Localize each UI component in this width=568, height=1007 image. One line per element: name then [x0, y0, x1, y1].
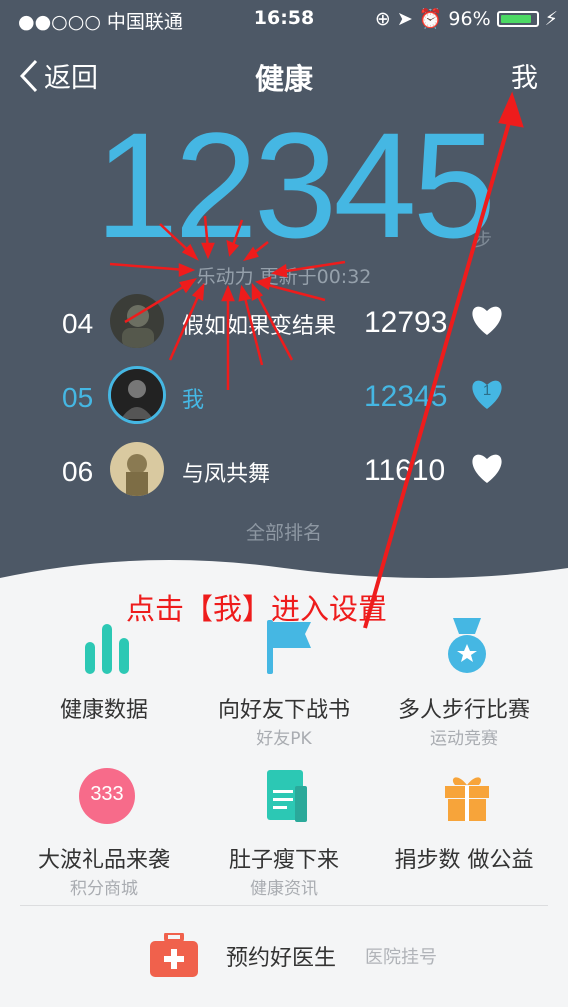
- feature-subtitle: 积分商城: [70, 879, 138, 899]
- gift-icon: [445, 777, 489, 821]
- rank-name: 我: [182, 388, 205, 413]
- rank-number: 05: [62, 382, 94, 413]
- feature-subtitle: 好友PK: [256, 729, 312, 749]
- medal-icon: [448, 618, 486, 673]
- rank-score: 12345: [364, 380, 448, 413]
- flag-icon: [267, 620, 311, 674]
- like-count: 1: [482, 382, 492, 399]
- book-doctor-row[interactable]: 预约好医生 医院挂号: [0, 906, 568, 1007]
- rank-score: 11610: [364, 454, 446, 487]
- rank-row-self[interactable]: 05 我 12345 1: [0, 362, 568, 432]
- battery-icon: [496, 10, 539, 27]
- feature-health-data[interactable]: 健康数据: [9, 612, 199, 762]
- rank-row[interactable]: 06 与凤共舞 11610: [0, 436, 568, 506]
- rank-number: 06: [62, 456, 94, 487]
- feature-title: 大波礼品来袭: [37, 848, 170, 873]
- heart-icon-liked[interactable]: 1: [468, 376, 506, 412]
- feature-title: 肚子瘦下来: [228, 848, 339, 873]
- avatar: [110, 294, 164, 348]
- feature-subtitle: 运动竞赛: [430, 729, 498, 749]
- feature-title: 健康数据: [59, 698, 148, 723]
- feature-health-news[interactable]: 肚子瘦下来 健康资讯: [189, 762, 379, 912]
- bar-chart-icon: [85, 624, 129, 674]
- rank-score: 12793: [364, 306, 448, 339]
- heart-icon[interactable]: [468, 450, 506, 486]
- rank-number: 04: [62, 308, 94, 339]
- points-icon: 333: [79, 768, 135, 824]
- points-icon-text: 333: [90, 783, 124, 805]
- charging-icon: ⚡: [544, 7, 558, 30]
- feature-title: 多人步行比赛: [397, 698, 530, 723]
- feature-title: 捐步数 做公益: [394, 848, 534, 873]
- location-icon: ➤: [396, 7, 413, 30]
- heart-icon[interactable]: [468, 302, 506, 338]
- feature-subtitle: 健康资讯: [250, 879, 318, 899]
- feature-pk[interactable]: 向好友下战书 好友PK: [189, 612, 379, 762]
- all-ranking-link[interactable]: 全部排名: [0, 518, 568, 545]
- step-count: 12345: [95, 101, 496, 269]
- feature-points-mall[interactable]: 333 大波礼品来袭 积分商城: [9, 762, 199, 912]
- document-icon: [267, 770, 307, 822]
- me-button[interactable]: 我: [511, 56, 538, 95]
- doctor-subtitle: 医院挂号: [365, 947, 437, 968]
- status-right: ⊕ ➤ ⏰ 96% ⚡: [374, 7, 558, 31]
- page-title: 健康: [254, 62, 313, 96]
- avatar: [108, 366, 166, 424]
- step-unit: 步: [474, 230, 492, 251]
- doctor-title: 预约好医生: [226, 946, 337, 971]
- feature-race[interactable]: 多人步行比赛 运动竞赛: [369, 612, 559, 762]
- rank-name: 与凤共舞: [182, 462, 271, 487]
- orientation-lock-icon: ⊕: [374, 7, 391, 30]
- rank-name: 假如如果变结果: [182, 314, 337, 339]
- update-time: 乐动力 更新于00:32: [196, 266, 372, 288]
- rank-row[interactable]: 04 假如如果变结果 12793: [0, 288, 568, 358]
- medical-kit-icon: [150, 933, 198, 977]
- alarm-icon: ⏰: [418, 8, 443, 30]
- status-bar: ●●○○○ 中国联通 16:58 ⊕ ➤ ⏰ 96% ⚡: [0, 0, 568, 36]
- battery-percent: 96%: [448, 7, 491, 30]
- feature-title: 向好友下战书: [217, 698, 350, 723]
- avatar: [110, 442, 164, 496]
- feature-donate-steps[interactable]: 捐步数 做公益: [369, 762, 559, 912]
